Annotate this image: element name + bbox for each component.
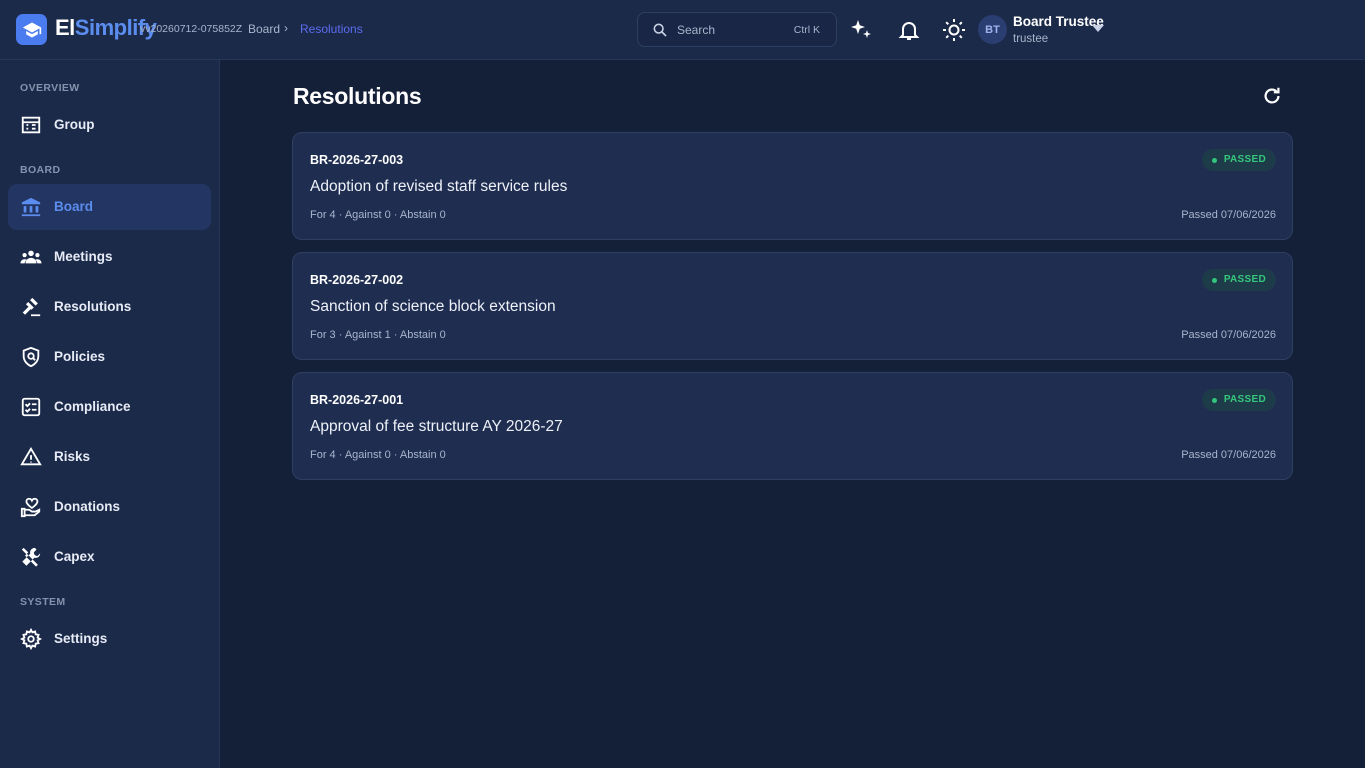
sidebar-item-capex[interactable]: Capex	[8, 534, 211, 580]
breadcrumb-current: Resolutions	[300, 22, 363, 36]
sidebar-item-board[interactable]: Board	[8, 184, 211, 230]
gavel-icon	[22, 297, 41, 317]
resolution-date: Passed 07/06/2026	[1181, 209, 1276, 221]
search-shortcut: Ctrl K	[793, 24, 820, 36]
gear-icon	[20, 628, 42, 650]
sidebar-item-resolutions[interactable]: Resolutions	[8, 284, 211, 330]
sidebar-item-label: Group	[54, 117, 95, 132]
sidebar-item-donations[interactable]: Donations	[8, 484, 211, 530]
sidebar-item-label: Risks	[54, 449, 91, 464]
sidebar-item-meetings[interactable]: Meetings	[8, 234, 211, 280]
search-placeholder: Search	[677, 23, 716, 37]
tools-icon	[21, 547, 41, 567]
sidebar-item-policies[interactable]: Policies	[8, 334, 211, 380]
people-icon	[20, 250, 42, 264]
logo-graduation-cap-icon[interactable]	[16, 14, 47, 45]
resolution-date: Passed 07/06/2026	[1181, 329, 1276, 341]
status-badge: PASSED	[1201, 149, 1276, 171]
breadcrumb-board[interactable]: Board	[248, 22, 280, 36]
status-dot	[1211, 278, 1217, 283]
status-dot	[1211, 158, 1217, 163]
resolution-votes: For 3 · Against 1 · Abstain 0	[310, 329, 446, 341]
resolution-id: BR-2026-27-002	[310, 273, 404, 287]
sidebar-item-label: Donations	[54, 499, 120, 514]
sidebar-item-label: Meetings	[54, 249, 113, 264]
resolution-title: Adoption of revised staff service rules	[310, 178, 568, 195]
breadcrumb-separator: ›	[284, 21, 288, 35]
avatar[interactable]: BT	[978, 15, 1007, 44]
resolution-card[interactable]: BR-2026-27-002 PASSED Sanction of scienc…	[292, 252, 1293, 360]
sidebar-item-group[interactable]: Group	[8, 102, 211, 148]
status-label: PASSED	[1223, 154, 1266, 165]
resolution-card[interactable]: BR-2026-27-003 PASSED Adoption of revise…	[292, 132, 1293, 240]
shield-icon	[22, 346, 40, 368]
caret-down-icon[interactable]	[1092, 25, 1104, 33]
refresh-icon[interactable]	[1261, 85, 1283, 107]
sun-theme-icon[interactable]	[942, 18, 966, 42]
sidebar-item-compliance[interactable]: Compliance	[8, 384, 211, 430]
sidebar: OVERVIEW Group BOARD Board Meetings Reso…	[0, 60, 220, 768]
status-dot	[1211, 398, 1217, 403]
resolution-card[interactable]: BR-2026-27-001 PASSED Approval of fee st…	[292, 372, 1293, 480]
status-label: PASSED	[1223, 274, 1266, 285]
sidebar-item-label: Settings	[54, 631, 108, 646]
resolution-votes: For 4 · Against 0 · Abstain 0	[310, 449, 446, 461]
resolution-title: Approval of fee structure AY 2026-27	[310, 418, 563, 435]
checklist-icon	[21, 397, 41, 417]
status-label: PASSED	[1223, 394, 1266, 405]
user-name[interactable]: Board Trustee	[1013, 14, 1104, 29]
page-title: Resolutions	[293, 83, 422, 109]
status-badge: PASSED	[1201, 389, 1276, 411]
sidebar-item-label: Policies	[54, 349, 106, 364]
section-system: SYSTEM	[20, 596, 66, 608]
sparkle-ai-icon[interactable]	[849, 18, 873, 42]
sidebar-item-label: Capex	[54, 549, 95, 564]
resolution-votes: For 4 · Against 0 · Abstain 0	[310, 209, 446, 221]
sidebar-item-label: Compliance	[54, 399, 131, 414]
donation-icon	[20, 497, 41, 518]
brand-part1: El	[55, 15, 75, 40]
bell-icon[interactable]	[897, 18, 921, 42]
search-icon	[653, 23, 667, 37]
bank-icon	[21, 197, 41, 217]
warning-icon	[20, 446, 42, 466]
search-box[interactable]: Search Ctrl K	[637, 12, 837, 47]
version-label: vv20260712-075852Z	[140, 23, 243, 35]
resolution-id: BR-2026-27-001	[310, 393, 404, 407]
top-header: ElSimplify vv20260712-075852Z Board › Re…	[0, 0, 1365, 60]
status-badge: PASSED	[1201, 269, 1276, 291]
user-role: trustee	[1013, 33, 1049, 45]
resolution-date: Passed 07/06/2026	[1181, 449, 1276, 461]
section-board: BOARD	[20, 164, 61, 176]
sidebar-item-settings[interactable]: Settings	[8, 616, 211, 662]
section-overview: OVERVIEW	[20, 82, 80, 94]
resolution-id: BR-2026-27-003	[310, 153, 404, 167]
resolution-title: Sanction of science block extension	[310, 298, 556, 315]
sidebar-item-risks[interactable]: Risks	[8, 434, 211, 480]
sidebar-item-label: Board	[54, 199, 94, 214]
sidebar-item-label: Resolutions	[54, 299, 132, 314]
building-icon	[21, 116, 41, 134]
